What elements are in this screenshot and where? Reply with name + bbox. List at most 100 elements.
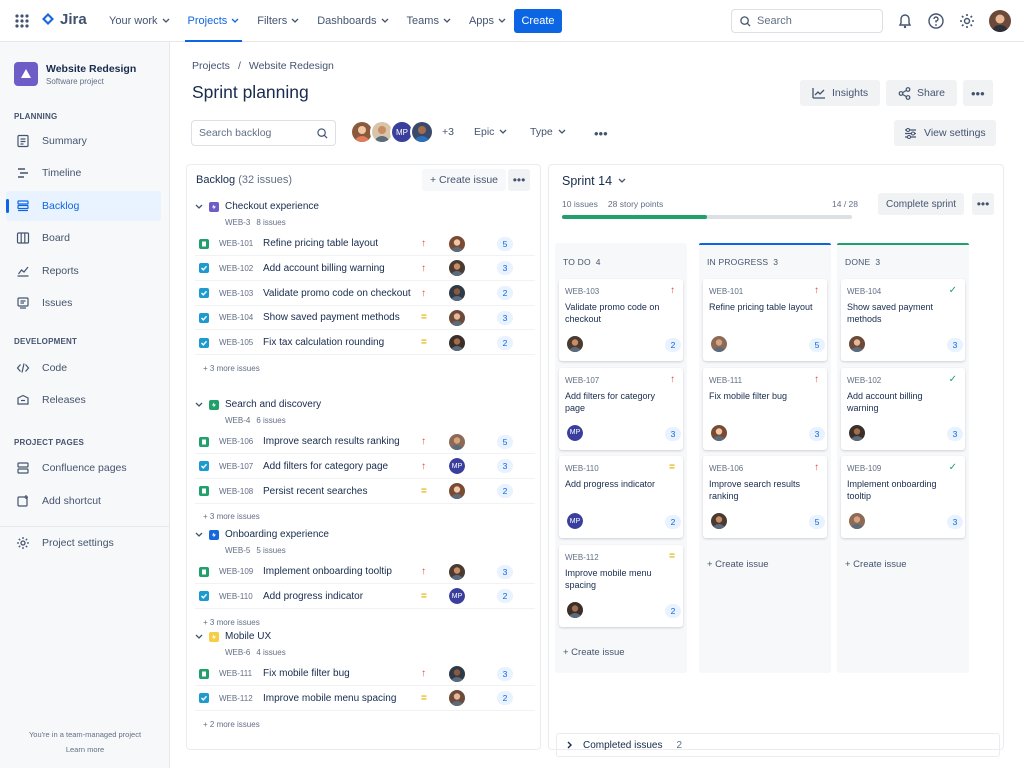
issue-title[interactable]: Fix mobile filter bug — [263, 668, 350, 679]
sidebar-item-project-settings[interactable]: Project settings — [6, 528, 161, 558]
issue-key[interactable]: WEB-106 — [219, 437, 253, 446]
more-filters-button[interactable]: ••• — [594, 126, 608, 141]
more-issues-link[interactable]: + 3 more issues — [203, 618, 260, 627]
complete-sprint-button[interactable]: Complete sprint — [878, 193, 965, 215]
backlog-row[interactable]: WEB-104 Show saved payment methods = 3 — [195, 306, 535, 331]
share-button[interactable]: Share — [886, 80, 958, 106]
assignee-avatar[interactable] — [711, 336, 727, 352]
more-issues-link[interactable]: + 3 more issues — [203, 512, 260, 521]
sidebar-item-timeline[interactable]: Timeline — [6, 158, 161, 188]
sidebar-item-add-shortcut[interactable]: Add shortcut — [6, 486, 161, 516]
assignee-avatar[interactable]: MP — [567, 424, 583, 441]
assignee-avatar[interactable] — [449, 483, 465, 500]
issue-card[interactable]: WEB-106 ↑ Improve search results ranking 5 — [703, 456, 827, 538]
settings-gear-icon[interactable] — [958, 12, 976, 30]
sidebar-item-summary[interactable]: Summary — [6, 126, 161, 156]
assignee-avatar[interactable] — [449, 309, 465, 326]
sprint-more-button[interactable]: ••• — [972, 193, 994, 215]
notifications-bell-icon[interactable] — [896, 12, 914, 30]
backlog-row[interactable]: WEB-112 Improve mobile menu spacing = 2 — [195, 687, 535, 711]
issue-title[interactable]: Improve mobile menu spacing — [263, 693, 396, 704]
issue-key[interactable]: WEB-103 — [219, 289, 253, 298]
sidebar-item-issues[interactable]: Issues — [6, 288, 161, 318]
nav-item[interactable]: Apps — [460, 0, 515, 42]
backlog-search-input[interactable]: Search backlog — [191, 120, 336, 146]
issue-card[interactable]: WEB-104 ✓ Show saved payment methods 3 — [841, 279, 965, 361]
nav-item[interactable]: Teams — [398, 0, 460, 42]
nav-item[interactable]: Your work — [100, 0, 179, 42]
sidebar-item-board[interactable]: Board — [6, 223, 161, 253]
type-filter-dropdown[interactable]: Type — [530, 126, 566, 138]
epic-header[interactable]: Checkout experience — [195, 201, 319, 212]
assignee-avatar[interactable] — [711, 424, 727, 441]
issue-title[interactable]: Add filters for category page — [263, 461, 388, 472]
user-avatar[interactable] — [989, 10, 1011, 32]
project-switcher[interactable]: Website Redesign Software project — [14, 62, 136, 86]
sidebar-item-reports[interactable]: Reports — [6, 256, 161, 286]
assignee-avatar[interactable] — [449, 665, 465, 682]
global-search-input[interactable]: Search — [731, 9, 883, 33]
assignee-avatar[interactable]: MP — [449, 588, 465, 605]
column-create-issue-button[interactable]: + Create issue — [707, 559, 769, 570]
epic-filter-dropdown[interactable]: Epic — [474, 126, 507, 138]
assignee-avatar[interactable] — [449, 334, 465, 351]
nav-item[interactable]: Filters — [248, 0, 308, 42]
more-issues-link[interactable]: + 2 more issues — [203, 720, 260, 729]
column-create-issue-button[interactable]: + Create issue — [845, 559, 907, 570]
assignee-avatar[interactable] — [849, 336, 865, 352]
issue-card[interactable]: WEB-109 ✓ Implement onboarding tooltip 3 — [841, 456, 965, 538]
issue-title[interactable]: Add account billing warning — [263, 263, 385, 274]
epic-header[interactable]: Mobile UX — [195, 631, 271, 642]
assignee-avatar[interactable] — [449, 260, 465, 277]
learn-more-link[interactable]: Learn more — [0, 745, 170, 754]
sidebar-item-confluence-pages[interactable]: Confluence pages — [6, 453, 161, 483]
app-switcher-icon[interactable] — [12, 11, 32, 31]
issue-card[interactable]: WEB-110 = Add progress indicator MP 2 — [559, 456, 683, 538]
more-actions-button[interactable]: ••• — [963, 80, 993, 106]
issue-key[interactable]: WEB-102 — [219, 264, 253, 273]
assignee-avatar[interactable] — [449, 285, 465, 302]
backlog-more-button[interactable]: ••• — [508, 169, 530, 191]
issue-card[interactable]: WEB-111 ↑ Fix mobile filter bug 3 — [703, 367, 827, 450]
epic-header[interactable]: Search and discovery — [195, 399, 321, 410]
backlog-row[interactable]: WEB-110 Add progress indicator = MP 2 — [195, 585, 535, 609]
issue-title[interactable]: Validate promo code on checkout — [263, 288, 411, 299]
breadcrumb-projects[interactable]: Projects — [192, 60, 230, 72]
jira-logo[interactable]: Jira — [40, 11, 87, 28]
issue-card[interactable]: WEB-107 ↑ Add filters for category page MP 3 — [559, 367, 683, 450]
assignee-avatar[interactable] — [567, 336, 583, 352]
breadcrumb-project[interactable]: Website Redesign — [249, 60, 334, 72]
issue-title[interactable]: Add progress indicator — [263, 591, 363, 602]
assignee-avatar[interactable] — [449, 563, 465, 580]
backlog-row[interactable]: WEB-108 Persist recent searches = 2 — [195, 480, 535, 504]
issue-key[interactable]: WEB-111 — [219, 669, 252, 678]
sidebar-item-backlog[interactable]: Backlog — [6, 190, 161, 221]
help-icon[interactable] — [927, 12, 945, 30]
issue-card[interactable]: WEB-103 ↑ Validate promo code on checkout 2 — [559, 279, 683, 361]
assignee-avatar[interactable]: MP — [449, 458, 465, 475]
sidebar-item-code[interactable]: Code — [6, 353, 161, 383]
backlog-row[interactable]: WEB-107 Add filters for category page ↑ MP 3 — [195, 455, 535, 479]
issue-title[interactable]: Fix tax calculation rounding — [263, 337, 384, 348]
assignee-avatar[interactable] — [410, 120, 434, 144]
backlog-create-issue-button[interactable]: + Create issue — [422, 169, 506, 191]
issue-card[interactable]: WEB-102 ✓ Add account billing warning 3 — [841, 367, 965, 450]
issue-card[interactable]: WEB-112 = Improve mobile menu spacing 2 — [559, 544, 683, 627]
issue-card[interactable]: WEB-101 ↑ Refine pricing table layout 5 — [703, 279, 827, 361]
assignee-avatar[interactable] — [849, 513, 865, 529]
assignee-avatar[interactable] — [567, 601, 583, 618]
issue-title[interactable]: Improve search results ranking — [263, 436, 400, 447]
assignee-avatar[interactable] — [449, 690, 465, 707]
issue-title[interactable]: Persist recent searches — [263, 486, 368, 497]
view-settings-button[interactable]: View settings — [894, 120, 996, 146]
insights-button[interactable]: Insights — [800, 80, 881, 106]
column-create-issue-button[interactable]: + Create issue — [563, 647, 625, 658]
sprint-selector[interactable]: Sprint 14 — [562, 174, 626, 188]
assignee-avatar[interactable] — [449, 433, 465, 450]
issue-key[interactable]: WEB-105 — [219, 338, 253, 347]
issue-key[interactable]: WEB-101 — [219, 239, 253, 248]
assignee-avatar[interactable]: MP — [567, 513, 583, 529]
completed-issues-toggle[interactable]: Completed issues 2 — [556, 733, 1000, 757]
more-issues-link[interactable]: + 3 more issues — [203, 364, 260, 373]
issue-title[interactable]: Refine pricing table layout — [263, 238, 378, 249]
